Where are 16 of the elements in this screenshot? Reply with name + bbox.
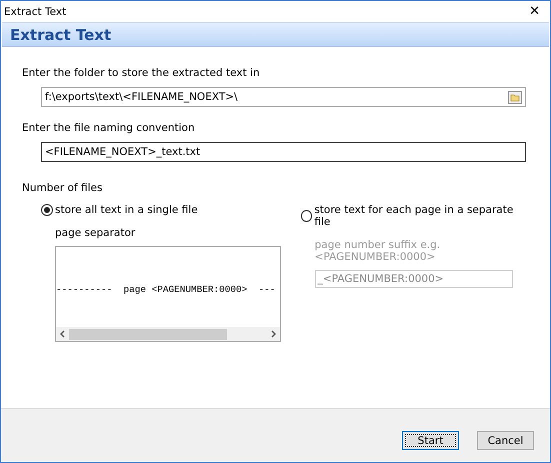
folder-label: Enter the folder to store the extracted text in xyxy=(22,67,261,79)
option-label: page number suffix e.g. <PAGENUMBER:0000> xyxy=(314,239,442,263)
start-button[interactable]: Start xyxy=(402,431,459,450)
naming-label: Enter the file naming convention xyxy=(22,122,196,134)
folder-field[interactable]: f:\exports\text\<FILENAME_NOEXT>\ xyxy=(41,87,526,107)
separator-textarea[interactable]: ---------- page <PAGENUMBER:0000> --- xyxy=(55,246,281,342)
section-label: Number of files xyxy=(22,182,104,194)
close-button[interactable]: ✕ xyxy=(525,4,544,19)
scrollbar[interactable] xyxy=(56,327,280,341)
cancel-button[interactable]: Cancel xyxy=(477,431,534,450)
folder-icon[interactable] xyxy=(508,90,522,104)
window-title: Extract Text xyxy=(4,6,66,18)
option-label: page separator xyxy=(55,227,136,239)
naming-field[interactable]: <FILENAME_NOEXT>_text.txt xyxy=(41,142,526,162)
header-title: Extract Text xyxy=(10,26,112,44)
radio-option[interactable]: store all text in a single file xyxy=(41,204,301,216)
